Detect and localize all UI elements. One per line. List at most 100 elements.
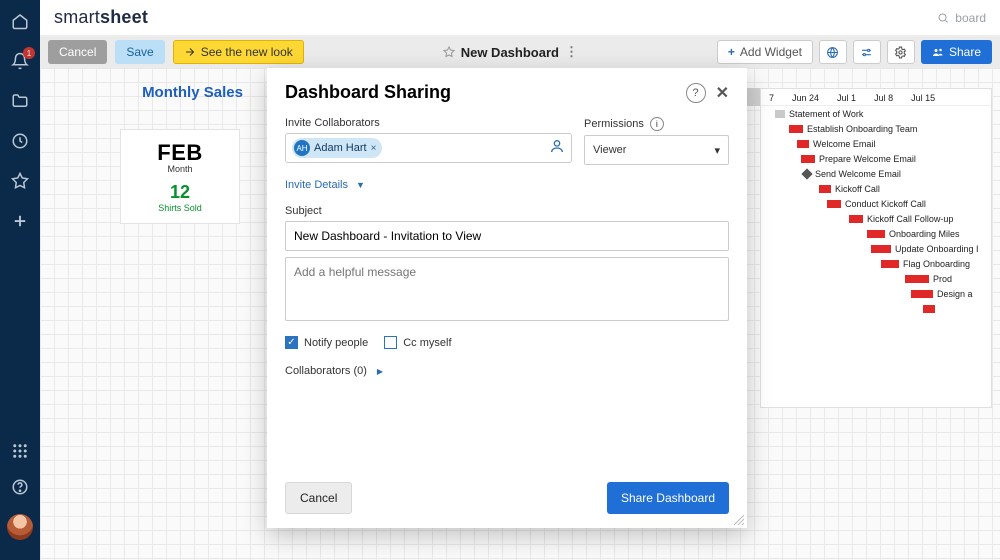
- gantt-task-label: Prepare Welcome Email: [819, 154, 916, 164]
- folder-icon[interactable]: [11, 92, 29, 110]
- gantt-date: Jul 1: [837, 93, 856, 103]
- gantt-row: Kickoff Call: [761, 181, 991, 196]
- gantt-row: Conduct Kickoff Call: [761, 196, 991, 211]
- metric-card: FEB Month 12 Shirts Sold: [120, 129, 240, 224]
- left-nav-rail: 1: [0, 0, 40, 560]
- gantt-bar: [827, 200, 841, 208]
- user-avatar[interactable]: [7, 514, 33, 540]
- gantt-bar: [881, 260, 899, 268]
- publish-icon[interactable]: [819, 40, 847, 64]
- gantt-task-label: Establish Onboarding Team: [807, 124, 917, 134]
- invite-label: Invite Collaborators: [285, 117, 572, 129]
- gantt-date-header: 7 Jun 24 Jul 1 Jul 8 Jul 15: [761, 89, 991, 106]
- gantt-row: Statement of Work: [761, 106, 991, 121]
- invite-details-toggle[interactable]: Invite Details▼: [285, 179, 729, 191]
- gantt-task-label: Statement of Work: [789, 109, 863, 119]
- gantt-date: Jul 8: [874, 93, 893, 103]
- gantt-date: 7: [769, 93, 774, 103]
- milestone-icon: [801, 168, 812, 179]
- invite-input[interactable]: AH Adam Hart ×: [285, 133, 572, 163]
- recents-icon[interactable]: [11, 132, 29, 150]
- dashboard-toolbar: Cancel Save See the new look New Dashboa…: [40, 36, 1000, 68]
- cancel-button[interactable]: Cancel: [48, 40, 107, 64]
- subject-input[interactable]: [285, 221, 729, 251]
- gantt-row: Send Welcome Email: [761, 166, 991, 181]
- subject-label: Subject: [285, 205, 729, 217]
- gantt-bar: [923, 305, 935, 313]
- close-icon[interactable]: ✕: [716, 83, 729, 103]
- monthly-sales-widget[interactable]: Monthly Sales FEB Month 12 Shirts Sold: [120, 84, 265, 224]
- gantt-row: Update Onboarding I: [761, 241, 991, 256]
- gantt-widget[interactable]: 7 Jun 24 Jul 1 Jul 8 Jul 15 Statement of Wor…: [760, 88, 992, 408]
- gantt-row: Prod: [761, 271, 991, 286]
- gantt-task-label: Kickoff Call: [835, 184, 880, 194]
- see-new-look-button[interactable]: See the new look: [173, 40, 304, 64]
- gantt-task-label: Flag Onboarding: [903, 259, 970, 269]
- gantt-row: Design a: [761, 286, 991, 301]
- modal-cancel-button[interactable]: Cancel: [285, 482, 352, 514]
- gantt-task-label: Prod: [933, 274, 952, 284]
- notification-badge: 1: [23, 47, 35, 59]
- add-person-icon[interactable]: [549, 138, 565, 159]
- gantt-task-label: Send Welcome Email: [815, 169, 901, 179]
- gantt-bar: [911, 290, 933, 298]
- gear-icon[interactable]: [887, 40, 915, 64]
- gantt-bar: [867, 230, 885, 238]
- cc-myself-checkbox[interactable]: Cc myself: [384, 336, 451, 349]
- gantt-row: Prepare Welcome Email: [761, 151, 991, 166]
- modal-title: Dashboard Sharing: [285, 82, 678, 103]
- gantt-bar: [871, 245, 891, 253]
- collaborator-chip[interactable]: AH Adam Hart ×: [292, 138, 382, 158]
- favorites-icon[interactable]: [11, 172, 29, 190]
- search-value: board: [955, 11, 986, 25]
- share-dashboard-button[interactable]: Share Dashboard: [607, 482, 729, 514]
- widget-title: Monthly Sales: [120, 84, 265, 101]
- notify-checkbox[interactable]: ✓ Notify people: [285, 336, 368, 349]
- resize-grip-icon[interactable]: [734, 515, 744, 525]
- home-icon[interactable]: [11, 12, 29, 30]
- gantt-row: Onboarding Miles: [761, 226, 991, 241]
- share-button[interactable]: Share: [921, 40, 992, 64]
- gantt-bar: [849, 215, 863, 223]
- brand-logo: smartsheet: [54, 7, 148, 28]
- gantt-date: Jun 24: [792, 93, 819, 103]
- permissions-select[interactable]: Viewer ▾: [584, 135, 729, 165]
- global-search[interactable]: board: [937, 11, 986, 25]
- gantt-date: Jul 15: [911, 93, 935, 103]
- chip-avatar: AH: [294, 140, 310, 156]
- help-icon[interactable]: ?: [686, 83, 706, 103]
- create-icon[interactable]: [11, 212, 29, 230]
- permissions-label: Permissions i: [584, 117, 729, 131]
- gantt-row: Welcome Email: [761, 136, 991, 151]
- chip-remove-icon[interactable]: ×: [371, 143, 377, 154]
- chip-name: Adam Hart: [314, 142, 367, 154]
- title-menu-icon[interactable]: ⋮: [565, 44, 578, 60]
- add-widget-button[interactable]: +Add Widget: [717, 40, 813, 64]
- collaborators-toggle[interactable]: Collaborators (0)▶: [285, 365, 729, 377]
- top-bar: smartsheet board: [40, 0, 1000, 36]
- gantt-row: [761, 301, 991, 316]
- notifications-icon[interactable]: 1: [11, 52, 29, 70]
- gantt-bar: [797, 140, 809, 148]
- gantt-task-label: Kickoff Call Follow-up: [867, 214, 953, 224]
- save-button[interactable]: Save: [115, 40, 164, 64]
- checkbox-icon: [384, 336, 397, 349]
- gantt-row: Flag Onboarding: [761, 256, 991, 271]
- settings-sliders-icon[interactable]: [853, 40, 881, 64]
- dashboard-title[interactable]: New Dashboard ⋮: [312, 44, 709, 60]
- info-icon[interactable]: i: [650, 117, 664, 131]
- gantt-task-label: Update Onboarding I: [895, 244, 979, 254]
- gantt-task-label: Onboarding Miles: [889, 229, 960, 239]
- gantt-task-label: Conduct Kickoff Call: [845, 199, 926, 209]
- gantt-task-label: Design a: [937, 289, 973, 299]
- message-textarea[interactable]: [285, 257, 729, 321]
- gantt-row: Establish Onboarding Team: [761, 121, 991, 136]
- help-icon[interactable]: [11, 478, 29, 496]
- chevron-down-icon: ▾: [714, 144, 720, 157]
- checkbox-icon: ✓: [285, 336, 298, 349]
- apps-icon[interactable]: [11, 442, 29, 460]
- gantt-bar: [905, 275, 929, 283]
- gantt-bar: [775, 110, 785, 118]
- gantt-task-label: Welcome Email: [813, 139, 875, 149]
- gantt-bar: [789, 125, 803, 133]
